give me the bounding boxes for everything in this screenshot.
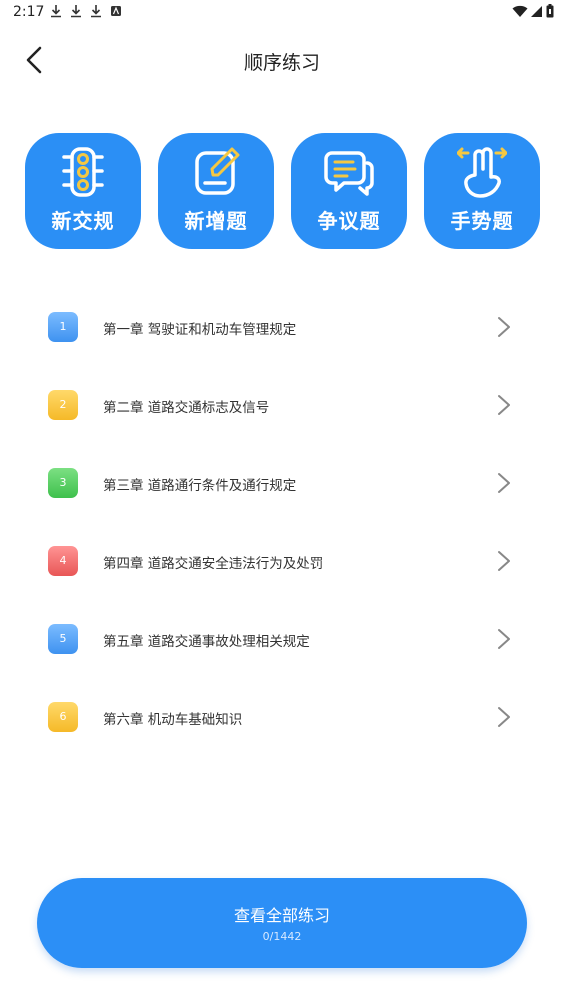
battery-icon — [546, 4, 554, 18]
progress-count: 0/1442 — [262, 930, 302, 943]
category-grid: 新交规 新增题 争议题 手势题 — [25, 133, 540, 251]
chapter-number-badge: 6 — [48, 702, 78, 732]
download-icon — [71, 5, 81, 18]
status-time: 2:17 — [13, 4, 45, 20]
chapter-label: 第三章 道路通行条件及通行规定 — [103, 478, 297, 494]
download-icon — [91, 5, 101, 18]
chevron-right-icon — [498, 551, 510, 571]
chapter-item-3[interactable]: 3 第三章 道路通行条件及通行规定 — [0, 444, 564, 522]
chevron-right-icon — [498, 317, 510, 337]
chapter-number-badge: 2 — [48, 390, 78, 420]
chapter-item-6[interactable]: 6 第六章 机动车基础知识 — [0, 678, 564, 756]
edit-note-icon — [195, 147, 240, 195]
category-label: 新交规 — [51, 209, 115, 233]
chapter-label: 第二章 道路交通标志及信号 — [103, 400, 270, 416]
category-label: 新增题 — [184, 209, 248, 233]
chapter-label: 第四章 道路交通安全违法行为及处罚 — [103, 556, 324, 572]
category-gesture-questions[interactable]: 手势题 — [424, 133, 540, 249]
chevron-right-icon — [498, 473, 510, 493]
chevron-right-icon — [498, 395, 510, 415]
chapter-label: 第六章 机动车基础知识 — [103, 712, 243, 728]
view-all-practice-button[interactable]: 查看全部练习 0/1442 — [37, 878, 527, 968]
category-disputed-questions[interactable]: 争议题 — [291, 133, 407, 249]
chapter-item-2[interactable]: 2 第二章 道路交通标志及信号 — [0, 366, 564, 444]
page-title: 顺序练习 — [243, 52, 320, 74]
signal-icon — [531, 5, 542, 17]
chapter-number-badge: 5 — [48, 624, 78, 654]
chapter-item-4[interactable]: 4 第四章 道路交通安全违法行为及处罚 — [0, 522, 564, 600]
chapter-number-badge: 4 — [48, 546, 78, 576]
category-new-rules[interactable]: 新交规 — [25, 133, 141, 249]
category-label: 手势题 — [450, 209, 514, 233]
wifi-icon — [512, 5, 528, 17]
chapter-number-badge: 3 — [48, 468, 78, 498]
category-label: 争议题 — [317, 209, 381, 233]
chapter-number-badge: 1 — [48, 312, 78, 342]
hand-gesture-icon — [457, 147, 507, 198]
notification-icons — [50, 4, 122, 18]
view-all-label: 查看全部练习 — [233, 906, 330, 925]
status-bar: 2:17 — [0, 0, 564, 24]
traffic-light-icon — [62, 147, 104, 197]
chapter-label: 第五章 道路交通事故处理相关规定 — [103, 634, 310, 650]
chevron-right-icon — [498, 629, 510, 649]
category-new-questions[interactable]: 新增题 — [158, 133, 274, 249]
chapter-label: 第一章 驾驶证和机动车管理规定 — [103, 322, 297, 338]
chapter-item-1[interactable]: 1 第一章 驾驶证和机动车管理规定 — [0, 288, 564, 366]
chapter-item-5[interactable]: 5 第五章 道路交通事故处理相关规定 — [0, 600, 564, 678]
chat-bubbles-icon — [324, 151, 374, 196]
chevron-right-icon — [498, 707, 510, 727]
app-header: 顺序练习 — [0, 30, 564, 90]
system-icons — [512, 4, 554, 18]
download-icon — [51, 5, 61, 18]
app-notification-icon — [111, 6, 121, 16]
